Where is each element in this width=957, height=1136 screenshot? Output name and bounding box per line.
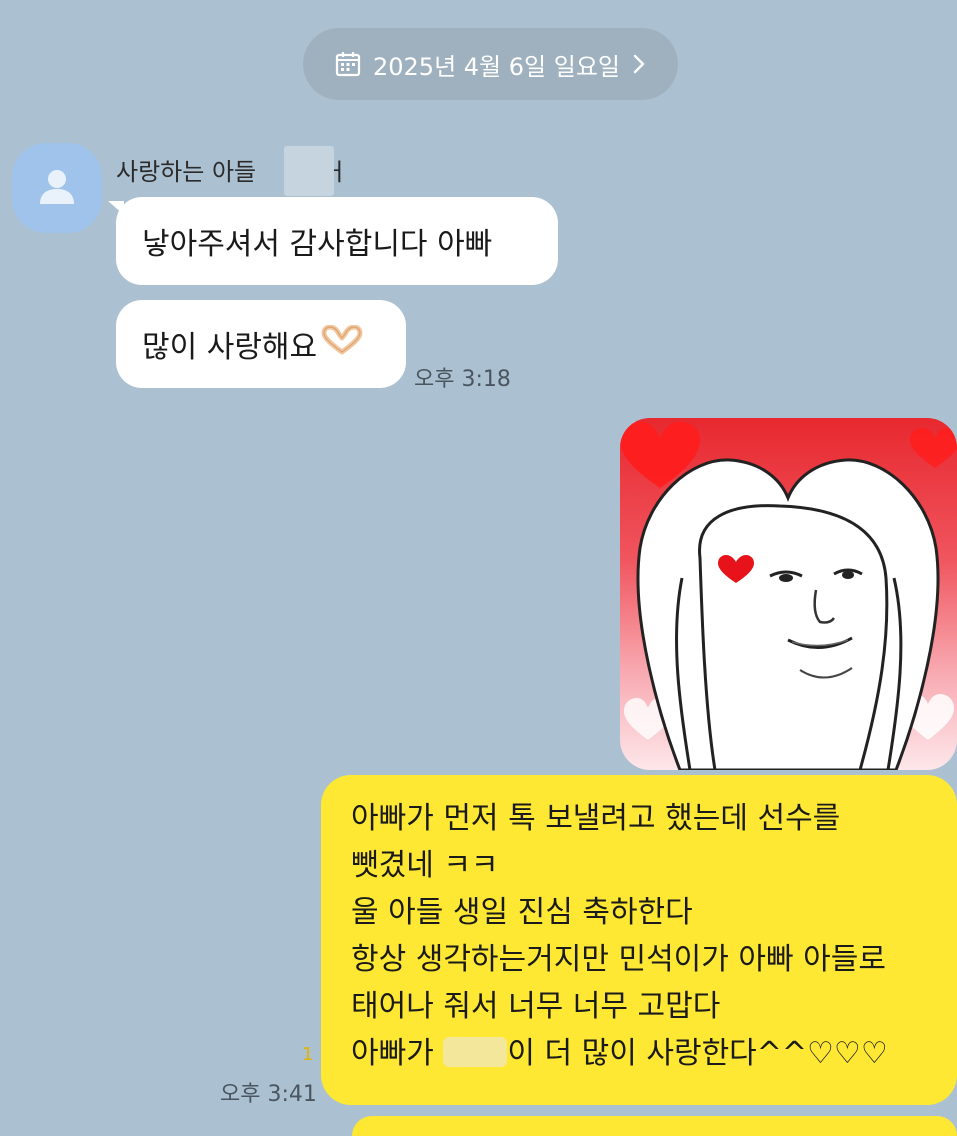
message-text: 많이 사랑해요 xyxy=(142,330,318,365)
blurred-name xyxy=(443,1037,508,1067)
sender-name-text: 사랑하는 아들 xyxy=(116,158,257,186)
chevron-right-icon xyxy=(632,53,646,75)
message-line: 아빠가 먼저 톡 보낼려고 했는데 선수를 xyxy=(351,801,841,836)
message-text: 아빠가 xyxy=(351,1036,434,1071)
message-line: 울 아들 생일 진심 축하한다 xyxy=(351,895,693,930)
date-divider[interactable]: 2025년 4월 6일 일요일 xyxy=(303,28,678,100)
heart-hands-emoji xyxy=(321,324,363,363)
message-line: 태어나 줘서 너무 너무 고맙다 xyxy=(351,989,721,1024)
sender-avatar[interactable] xyxy=(12,143,102,233)
calendar-icon xyxy=(335,51,361,77)
blurred-name-part xyxy=(284,146,334,196)
message-text: 낳아주셔서 감사합니다 아빠 xyxy=(142,227,493,262)
received-message-bubble[interactable]: 많이 사랑해요 xyxy=(116,300,406,388)
sent-message-bubble[interactable]: 아빠가 먼저 톡 보낼려고 했는데 선수를 뺏겼네 ㅋㅋ 울 아들 생일 진심 … xyxy=(321,775,957,1105)
message-line: 뺏겼네 ㅋㅋ xyxy=(351,848,499,883)
message-time: 오후 3:41 xyxy=(220,1082,317,1107)
message-time: 오후 3:18 xyxy=(414,367,511,392)
message-line: 항상 생각하는거지만 민석이가 아빠 아들로 xyxy=(351,942,886,977)
date-label: 2025년 4월 6일 일요일 xyxy=(373,52,620,81)
person-icon xyxy=(35,164,79,212)
message-text: 이 더 많이 사랑한다^^♡♡♡ xyxy=(507,1036,888,1071)
heart-arms-face-sticker[interactable] xyxy=(620,418,957,770)
received-message-bubble[interactable]: 낳아주셔서 감사합니다 아빠 xyxy=(116,197,558,285)
message-line-last: 아빠가 이 더 많이 사랑한다^^♡♡♡ xyxy=(351,1030,957,1077)
unread-count-badge: 1 xyxy=(302,1044,314,1065)
sent-message-bubble-partial[interactable] xyxy=(352,1116,957,1136)
